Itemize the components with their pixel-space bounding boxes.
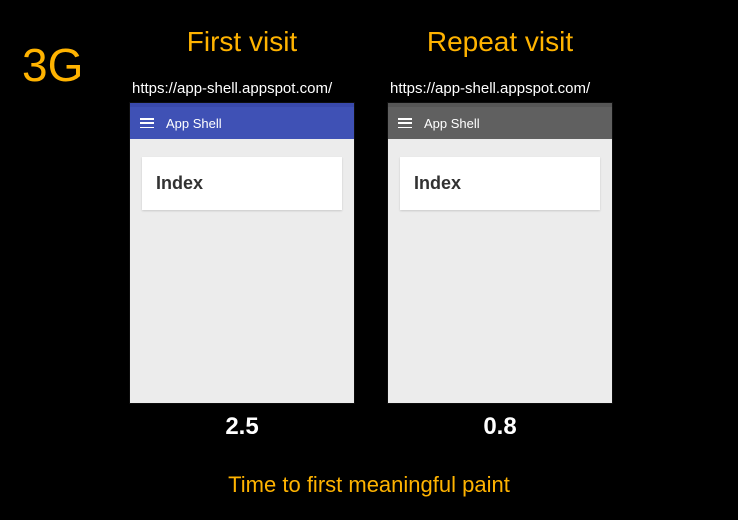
- content-area: Index: [130, 139, 354, 403]
- hamburger-icon: [398, 118, 412, 128]
- hamburger-icon: [140, 118, 154, 128]
- url-label: https://app-shell.appspot.com/: [130, 80, 332, 97]
- timing-value: 2.5: [225, 413, 258, 441]
- app-bar: App Shell: [130, 107, 354, 139]
- column-repeat-visit: Repeat visit https://app-shell.appspot.c…: [388, 26, 612, 441]
- caption: Time to first meaningful paint: [0, 472, 738, 498]
- app-title: App Shell: [166, 116, 222, 131]
- column-title: First visit: [187, 26, 297, 58]
- content-card: Index: [142, 157, 342, 210]
- phone-mockup: App Shell Index: [388, 103, 612, 403]
- timing-value: 0.8: [483, 413, 516, 441]
- app-title: App Shell: [424, 116, 480, 131]
- comparison-columns: First visit https://app-shell.appspot.co…: [130, 26, 698, 441]
- column-first-visit: First visit https://app-shell.appspot.co…: [130, 26, 354, 441]
- content-card: Index: [400, 157, 600, 210]
- app-bar: App Shell: [388, 107, 612, 139]
- column-title: Repeat visit: [427, 26, 573, 58]
- network-badge: 3G: [22, 38, 83, 92]
- phone-mockup: App Shell Index: [130, 103, 354, 403]
- url-label: https://app-shell.appspot.com/: [388, 80, 590, 97]
- content-area: Index: [388, 139, 612, 403]
